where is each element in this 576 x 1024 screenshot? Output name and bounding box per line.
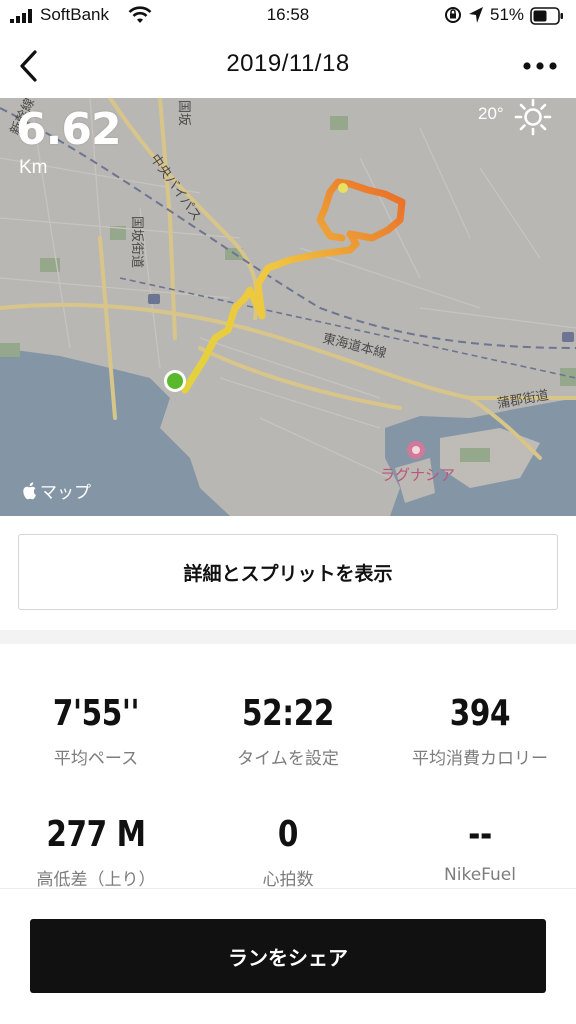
map-labels: 中央バイパス 国坂 国坂街道 新幹線 東海道本線 蒲郡街道 ラグナシア — [7, 98, 550, 484]
section-divider — [0, 630, 576, 644]
stat-label: 平均消費カロリー — [412, 749, 548, 769]
battery-percent: 51% — [490, 5, 525, 24]
route-map[interactable]: 中央バイパス 国坂 国坂街道 新幹線 東海道本線 蒲郡街道 ラグナシア — [0, 98, 576, 516]
stat-calories: 394 平均消費カロリー — [384, 692, 576, 769]
back-button[interactable] — [8, 46, 48, 86]
stat-label: NikeFuel — [444, 865, 516, 885]
map-label-lagunasia: ラグナシア — [380, 466, 455, 484]
stat-label: 高低差（上り） — [36, 870, 156, 890]
stat-label: 平均ペース — [53, 749, 139, 769]
map-label-kokuho-top: 国坂 — [176, 100, 191, 126]
stat-time: 52:22 タイムを設定 — [192, 692, 384, 769]
show-details-splits-button[interactable]: 詳細とスプリットを表示 — [18, 534, 558, 610]
stat-value: 0 — [277, 814, 299, 855]
map-label-kokuho-street: 国坂街道 — [129, 216, 144, 268]
stat-value: 277 M — [46, 814, 146, 855]
distance-unit: Km — [19, 157, 48, 178]
page-title: 2019/11/18 — [226, 50, 350, 77]
rotation-lock-icon — [445, 7, 461, 23]
more-dots-icon — [523, 62, 557, 70]
location-arrow-icon — [469, 7, 483, 23]
apple-logo-icon — [23, 481, 36, 499]
stat-heart-rate: 0 心拍数 — [192, 813, 384, 890]
stat-label: 心拍数 — [262, 870, 314, 890]
map-label-gamagori: 蒲郡街道 — [496, 388, 550, 412]
footer-divider — [0, 888, 576, 889]
stat-nikefuel: -- NikeFuel — [384, 813, 576, 885]
status-bar: SoftBank 16:58 51% — [0, 0, 576, 34]
stat-value: 394 — [449, 693, 511, 734]
maps-attribution-label: マップ — [40, 483, 91, 502]
stat-value: -- — [468, 814, 492, 855]
maps-attribution[interactable]: マップ — [22, 478, 91, 503]
stat-value: 52:22 — [242, 693, 334, 734]
map-label-bypass: 中央バイパス — [147, 152, 204, 224]
battery-icon — [530, 7, 563, 25]
sun-icon — [514, 98, 552, 136]
stat-value: 7'55'' — [52, 693, 140, 734]
distance-value: 6.62 — [16, 104, 122, 155]
share-run-button[interactable]: ランをシェア — [30, 919, 546, 993]
chevron-left-icon — [20, 50, 37, 82]
stat-elevation-gain: 277 M 高低差（上り） — [0, 813, 192, 890]
temperature: 20° — [478, 104, 504, 123]
more-options-button[interactable] — [518, 52, 562, 80]
map-label-tokaido: 東海道本線 — [321, 330, 388, 361]
nav-bar: 2019/11/18 — [0, 34, 576, 98]
stat-label: タイムを設定 — [237, 749, 339, 769]
stat-avg-pace: 7'55'' 平均ペース — [0, 692, 192, 769]
